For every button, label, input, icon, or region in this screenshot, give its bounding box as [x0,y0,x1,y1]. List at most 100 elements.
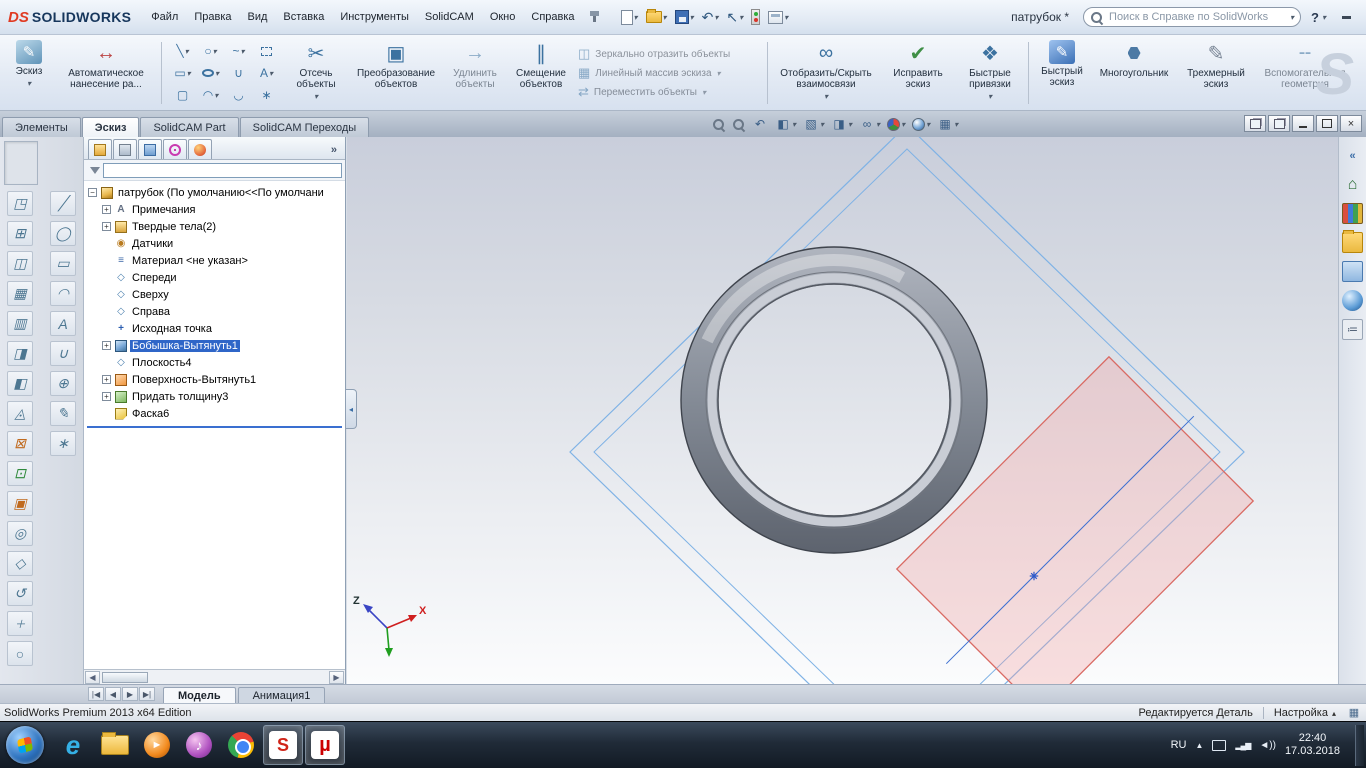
sketch-tool-icon[interactable] [50,191,76,216]
volume-tray-icon[interactable]: ◄)) [1259,740,1276,751]
extend-entities-button[interactable]: → Удлинить объекты [444,38,506,108]
collapse-taskpane-icon[interactable]: « [1342,145,1363,166]
open-button[interactable] [644,9,669,25]
arc-button[interactable]: ◠ [197,85,224,106]
expander-icon[interactable]: + [102,205,111,214]
menu-view[interactable]: Вид [240,7,276,27]
offset-entities-button[interactable]: ∥ Смещение объектов [508,38,574,108]
zoom-area-button[interactable] [730,117,747,132]
pin-menubar-icon[interactable] [587,10,601,24]
expander-icon[interactable]: + [102,222,111,231]
taskbar-music-app[interactable]: ♪ [179,725,219,765]
minimize-button[interactable] [1334,9,1358,25]
dropdown-icon[interactable] [824,90,828,102]
cam-tool-icon[interactable] [7,581,33,606]
dropdown-icon[interactable] [901,118,905,130]
sketch-tool-icon[interactable] [50,371,76,396]
units-settings-button[interactable]: Настройка [1274,707,1336,719]
featuremanager-tab[interactable] [88,139,112,159]
display-relations-button[interactable]: ∞ Отобразить/Скрыть взаимосвязи [773,38,879,108]
show-hidden-icons-button[interactable]: ▲ [1195,741,1203,750]
cam-tool-icon[interactable] [7,251,33,276]
next-tab-button[interactable]: ▶ [122,687,138,701]
menu-help[interactable]: Справка [523,7,582,27]
sketch-tool-icon[interactable] [50,311,76,336]
tree-item-solid-bodies[interactable]: + Твердые тела(2) [84,218,345,235]
appearances-scenes-icon[interactable] [1342,290,1363,311]
dropdown-icon[interactable] [848,118,852,130]
panel-overflow-button[interactable]: » [327,144,341,159]
expander-icon[interactable]: + [102,392,111,401]
language-indicator[interactable]: RU [1171,739,1187,751]
menu-edit[interactable]: Правка [186,7,239,27]
dropdown-icon[interactable] [926,118,930,130]
taskbar-internet-explorer[interactable] [53,725,93,765]
graphics-viewport[interactable]: Z X [347,137,1338,684]
flange-ring-body[interactable] [680,246,988,554]
save-button[interactable] [673,8,696,26]
rounded-rectangle-button[interactable]: ▢ [169,85,196,106]
search-dropdown-icon[interactable] [1290,11,1294,23]
zoom-fit-button[interactable] [710,117,727,132]
panel-horizontal-scrollbar[interactable]: ◀ ▶ [84,669,345,684]
sketch-tool-icon[interactable] [50,221,76,246]
tree-item-sensors[interactable]: Датчики [84,235,345,252]
doc-window-icon[interactable] [1268,115,1290,132]
dropdown-icon[interactable] [214,89,218,101]
apply-scene-button[interactable] [910,117,932,132]
dimxpert-tab[interactable] [163,139,187,159]
taskbar-solidworks[interactable]: S [263,725,303,765]
scroll-right-button[interactable]: ▶ [329,670,344,684]
help-dropdown-icon[interactable] [1322,11,1326,23]
dropdown-icon[interactable] [663,11,667,23]
tab-features[interactable]: Элементы [2,117,81,137]
rollback-bar[interactable] [87,426,342,428]
dropdown-icon[interactable] [27,77,31,89]
cam-tool-icon[interactable] [7,401,33,426]
last-tab-button[interactable]: ▶| [139,687,155,701]
view-settings-button[interactable]: ▦ [935,115,960,133]
tree-item-top-plane[interactable]: Сверху [84,286,345,303]
custom-properties-icon[interactable] [1342,319,1363,340]
move-entities-button[interactable]: ⇄ Переместить объекты [578,83,760,102]
dropdown-icon[interactable] [876,118,880,130]
taskbar-mu-app[interactable]: µ [305,725,345,765]
dropdown-icon[interactable] [820,118,824,130]
tree-item-thicken3[interactable]: + Придать толщину3 [84,388,345,405]
select-button[interactable]: ↖ [724,8,745,26]
cam-tool-icon[interactable] [7,611,33,636]
cam-tool-icon[interactable] [7,221,33,246]
taskbar-media-player[interactable]: ► [137,725,177,765]
rectangle-button[interactable]: ▭ [169,63,196,84]
dropdown-icon[interactable] [792,118,796,130]
animation-tab[interactable]: Анимация1 [237,687,326,703]
sketch-tool-icon[interactable] [50,251,76,276]
rebuild-button[interactable] [749,7,762,27]
first-tab-button[interactable]: |◀ [88,687,104,701]
sketch-tool-icon[interactable] [50,281,76,306]
tree-item-origin[interactable]: Исходная точка [84,320,345,337]
dropdown-icon[interactable] [185,45,189,57]
show-desktop-button[interactable] [1355,724,1364,766]
display-tray-icon[interactable] [1212,739,1227,751]
sketch-3d-button[interactable]: ✎ Трехмерный эскиз [1178,38,1254,108]
ellipse-button[interactable] [197,63,224,84]
sketch-tool-icon[interactable] [50,431,76,456]
tree-item-right-plane[interactable]: Справа [84,303,345,320]
cam-tool-icon[interactable] [7,461,33,486]
three-point-arc-button[interactable]: ◡ [225,85,252,106]
cam-tool-icon[interactable] [7,491,33,516]
options-button[interactable] [766,9,790,26]
displaymanager-tab[interactable] [188,139,212,159]
doc-close-button[interactable]: × [1340,115,1362,132]
dropdown-icon[interactable] [988,90,992,102]
expander-icon[interactable]: + [102,375,111,384]
point-button[interactable]: ∗ [253,85,280,106]
tree-item-front-plane[interactable]: Спереди [84,269,345,286]
rapid-sketch-button[interactable]: ✎ Быстрый эскиз [1034,38,1090,108]
menu-window[interactable]: Окно [482,7,524,27]
text-button[interactable]: A [253,63,280,84]
edit-appearance-button[interactable] [885,117,907,132]
clock[interactable]: 22:40 17.03.2018 [1285,732,1340,758]
construction-rect-button[interactable] [253,41,280,62]
